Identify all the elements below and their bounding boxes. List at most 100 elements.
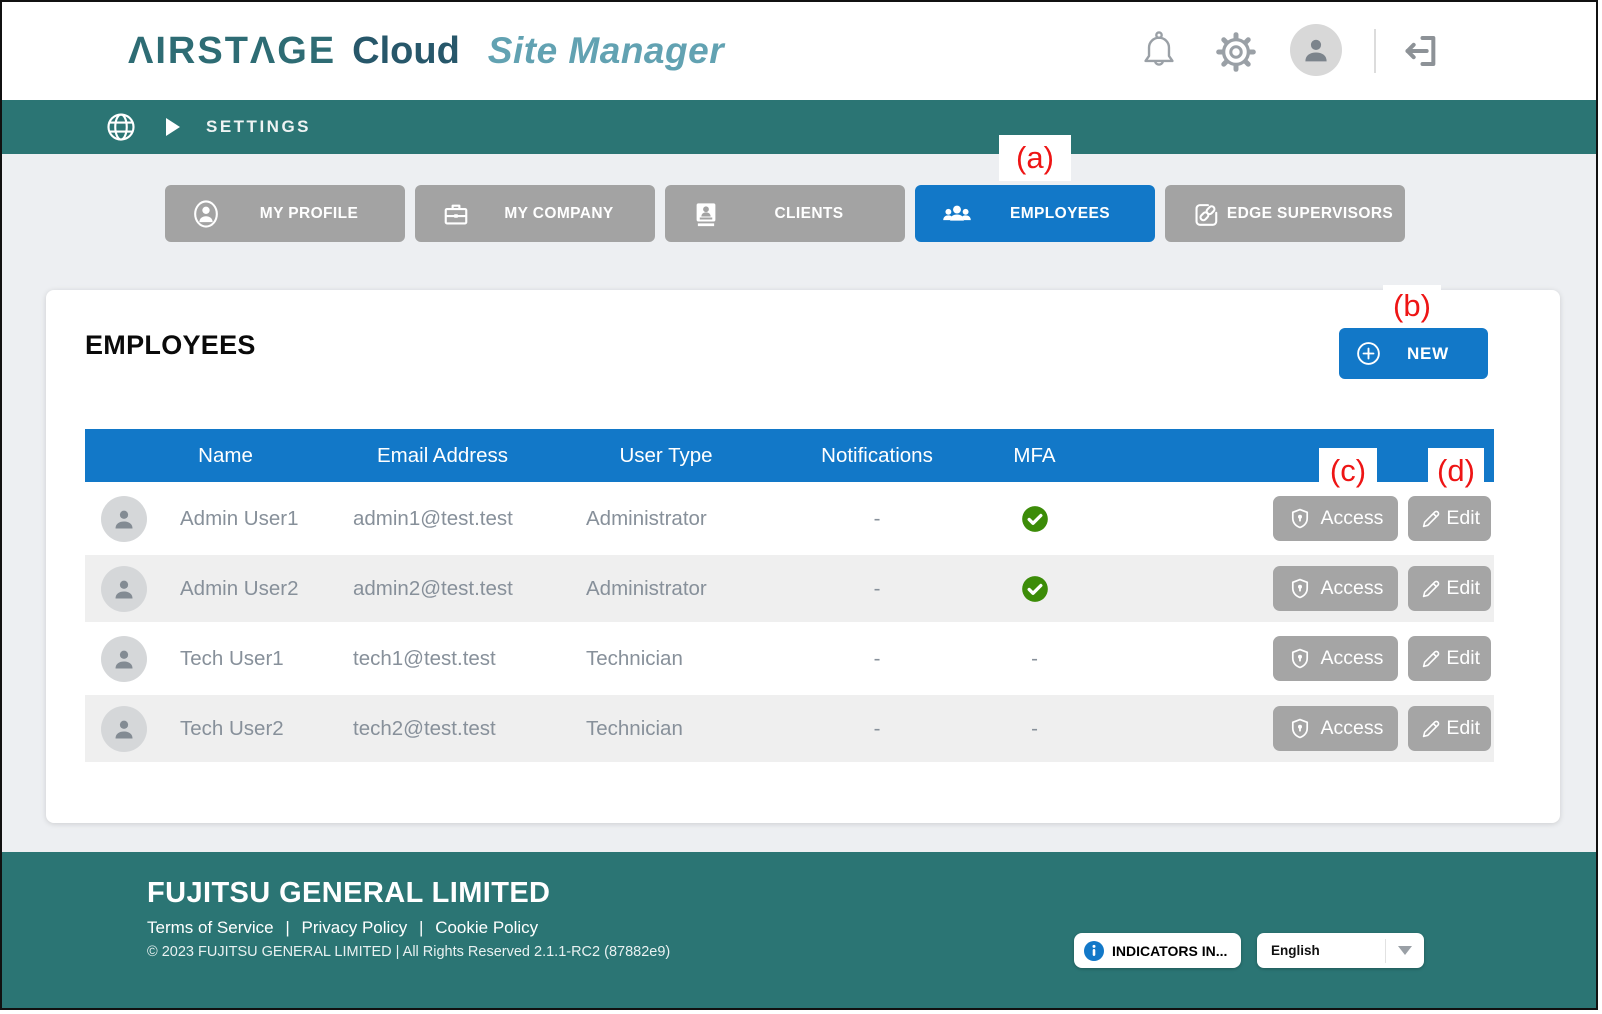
header-divider — [1374, 29, 1376, 73]
access-button-label: Access — [1321, 507, 1384, 530]
employee-email: tech1@test.test — [325, 647, 560, 671]
employee-email: admin2@test.test — [325, 577, 560, 601]
mfa-enabled-check-icon — [1021, 575, 1049, 603]
info-icon — [1084, 941, 1104, 961]
person-icon — [109, 574, 139, 604]
settings-gear-icon[interactable] — [1214, 30, 1258, 79]
edit-button-label: Edit — [1446, 717, 1480, 740]
breadcrumb-bar: SETTINGS — [2, 100, 1596, 154]
link-square-icon — [1191, 198, 1223, 230]
edit-button-label: Edit — [1446, 577, 1480, 600]
link-separator: | — [285, 918, 289, 937]
edit-button[interactable]: Edit — [1408, 496, 1491, 541]
tab-label: EDGE SUPERVISORS — [1223, 205, 1397, 223]
access-button[interactable]: Access — [1273, 496, 1399, 541]
column-header-name: Name — [162, 444, 325, 468]
table-row: Admin User1 admin1@test.test Administrat… — [85, 485, 1494, 552]
edit-button-label: Edit — [1446, 647, 1480, 670]
employee-notifications: - — [772, 717, 982, 741]
annotation-c: (c) — [1319, 448, 1377, 493]
avatar — [101, 496, 147, 542]
tab-clients[interactable]: CLIENTS — [665, 185, 905, 242]
cookie-policy-link[interactable]: Cookie Policy — [435, 918, 538, 937]
top-header: ΛIRSTΛGE Cloud Site Manager — [2, 2, 1596, 100]
tab-my-company[interactable]: MY COMPANY — [415, 185, 655, 242]
chevron-down-icon — [1398, 946, 1412, 955]
breadcrumb: SETTINGS — [206, 117, 311, 137]
footer: FUJITSU GENERAL LIMITED Terms of Service… — [2, 852, 1596, 1008]
column-header-user-type: User Type — [560, 444, 772, 468]
employee-name: Tech User1 — [162, 647, 325, 671]
breadcrumb-caret-icon — [166, 118, 180, 136]
annotation-a: (a) — [999, 135, 1071, 181]
indicators-info-button[interactable]: INDICATORS IN... — [1074, 933, 1241, 968]
briefcase-icon — [441, 199, 471, 229]
new-employee-button[interactable]: NEW — [1339, 328, 1488, 379]
globe-icon[interactable] — [106, 112, 136, 142]
access-button-label: Access — [1321, 647, 1384, 670]
pencil-icon — [1419, 647, 1443, 671]
terms-of-service-link[interactable]: Terms of Service — [147, 918, 274, 937]
employee-email: tech2@test.test — [325, 717, 560, 741]
employee-name: Admin User1 — [162, 507, 325, 531]
employee-mfa — [982, 505, 1087, 533]
tab-employees[interactable]: EMPLOYEES — [915, 185, 1155, 242]
language-value: English — [1257, 943, 1385, 958]
employee-name: Tech User2 — [162, 717, 325, 741]
avatar — [101, 636, 147, 682]
person-icon — [109, 504, 139, 534]
pencil-icon — [1419, 507, 1443, 531]
tab-label: EMPLOYEES — [973, 205, 1147, 223]
select-divider — [1385, 939, 1386, 963]
table-header-row: Name Email Address User Type Notificatio… — [85, 429, 1494, 482]
table-row: Admin User2 admin2@test.test Administrat… — [85, 555, 1494, 622]
notifications-bell-icon[interactable] — [1140, 30, 1178, 77]
shield-icon — [1288, 507, 1312, 531]
airstage-logo: ΛIRSTΛGE Cloud Site Manager — [128, 2, 724, 100]
employee-mfa: - — [982, 647, 1087, 671]
privacy-policy-link[interactable]: Privacy Policy — [301, 918, 407, 937]
employees-table: Name Email Address User Type Notificatio… — [85, 429, 1494, 762]
site-manager-page: ΛIRSTΛGE Cloud Site Manager — [0, 0, 1598, 1010]
logout-icon[interactable] — [1400, 31, 1440, 76]
id-card-icon — [691, 199, 721, 229]
row-actions: Access Edit — [1087, 706, 1494, 751]
new-button-label: NEW — [1382, 344, 1474, 364]
table-row: Tech User2 tech2@test.test Technician - … — [85, 695, 1494, 762]
plus-circle-icon — [1355, 340, 1382, 367]
employees-panel: EMPLOYEES NEW Name Email Address User Ty… — [46, 290, 1560, 823]
tab-label: MY PROFILE — [221, 205, 397, 223]
pencil-icon — [1419, 717, 1443, 741]
edit-button-label: Edit — [1446, 507, 1480, 530]
tab-edge-supervisors[interactable]: EDGE SUPERVISORS — [1165, 185, 1405, 242]
person-icon — [109, 714, 139, 744]
edit-button[interactable]: Edit — [1408, 566, 1491, 611]
user-avatar[interactable] — [1290, 24, 1342, 76]
profile-icon — [191, 198, 221, 230]
row-actions: Access Edit — [1087, 496, 1494, 541]
annotation-d: (d) — [1428, 448, 1484, 493]
access-button[interactable]: Access — [1273, 706, 1399, 751]
access-button[interactable]: Access — [1273, 636, 1399, 681]
footer-company-name: FUJITSU GENERAL LIMITED — [147, 877, 550, 910]
mfa-enabled-check-icon — [1021, 505, 1049, 533]
logo-cloud-text: Cloud — [352, 30, 460, 73]
tab-my-profile[interactable]: MY PROFILE — [165, 185, 405, 242]
employee-user-type: Technician — [560, 717, 772, 741]
employee-user-type: Administrator — [560, 507, 772, 531]
employee-user-type: Technician — [560, 647, 772, 671]
logo-product-text: Site Manager — [488, 30, 724, 72]
edit-button[interactable]: Edit — [1408, 706, 1491, 751]
employee-name: Admin User2 — [162, 577, 325, 601]
language-select[interactable]: English — [1257, 933, 1424, 968]
column-header-notifications: Notifications — [772, 444, 982, 468]
edit-button[interactable]: Edit — [1408, 636, 1491, 681]
employee-email: admin1@test.test — [325, 507, 560, 531]
logo-airstage-text: ΛIRSTΛGE — [128, 30, 336, 73]
employee-mfa — [982, 575, 1087, 603]
settings-tabs: MY PROFILE MY COMPANY — [165, 185, 1405, 242]
table-body: Admin User1 admin1@test.test Administrat… — [85, 485, 1494, 762]
shield-icon — [1288, 577, 1312, 601]
employee-user-type: Administrator — [560, 577, 772, 601]
access-button[interactable]: Access — [1273, 566, 1399, 611]
